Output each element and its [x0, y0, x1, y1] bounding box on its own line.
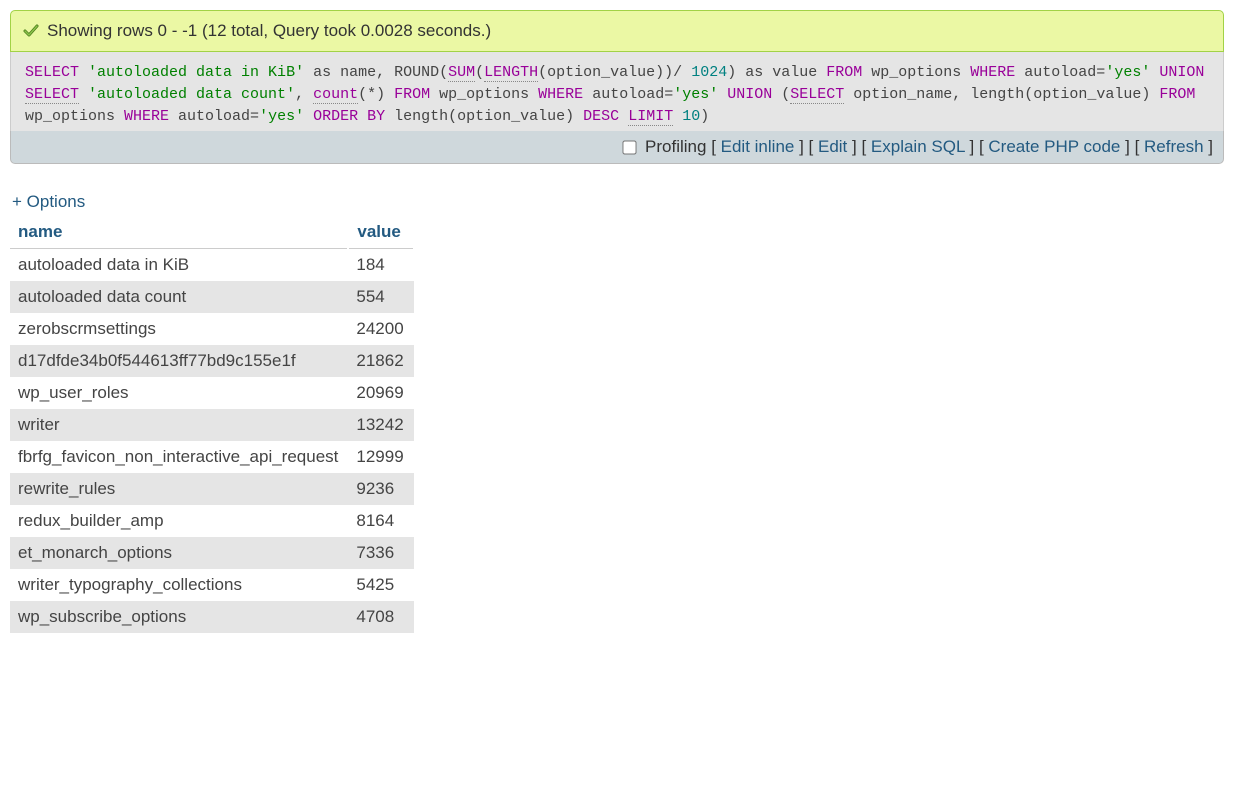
sql-token: SELECT — [25, 86, 79, 104]
action-link-refresh[interactable]: Refresh — [1144, 137, 1204, 156]
sql-token: 'yes' — [673, 86, 718, 103]
sql-token: FROM — [394, 86, 430, 103]
query-success-text: Showing rows 0 - -1 (12 total, Query too… — [47, 21, 491, 41]
cell-name: zerobscrmsettings — [10, 313, 348, 345]
table-row[interactable]: writer13242 — [10, 409, 414, 441]
table-row[interactable]: d17dfde34b0f544613ff77bd9c155e1f21862 — [10, 345, 414, 377]
action-link-explain-sql[interactable]: Explain SQL — [871, 137, 965, 156]
sql-token: 10 — [682, 108, 700, 125]
sql-token: 1024 — [691, 64, 727, 81]
sql-token: WHERE — [124, 108, 169, 125]
cell-name: writer — [10, 409, 348, 441]
cell-value: 21862 — [348, 345, 413, 377]
table-row[interactable]: fbrfg_favicon_non_interactive_api_reques… — [10, 441, 414, 473]
cell-name: fbrfg_favicon_non_interactive_api_reques… — [10, 441, 348, 473]
cell-value: 24200 — [348, 313, 413, 345]
cell-value: 5425 — [348, 569, 413, 601]
sql-token: FROM — [1159, 86, 1195, 103]
sort-name-link[interactable]: name — [18, 222, 62, 241]
cell-name: rewrite_rules — [10, 473, 348, 505]
options-toggle[interactable]: + Options — [12, 192, 85, 212]
sql-token: count — [313, 86, 358, 104]
table-row[interactable]: writer_typography_collections5425 — [10, 569, 414, 601]
table-row[interactable]: zerobscrmsettings24200 — [10, 313, 414, 345]
cell-name: autoloaded data in KiB — [10, 249, 348, 282]
action-link-create-php-code[interactable]: Create PHP code — [988, 137, 1120, 156]
sql-token: WHERE — [970, 64, 1015, 81]
cell-value: 184 — [348, 249, 413, 282]
action-link-edit-inline[interactable]: Edit inline — [721, 137, 795, 156]
table-row[interactable]: wp_user_roles20969 — [10, 377, 414, 409]
sql-token: LENGTH — [484, 64, 538, 82]
results-table: name value autoloaded data in KiB184auto… — [10, 216, 415, 633]
sql-query-display: SELECT 'autoloaded data in KiB' as name,… — [10, 52, 1224, 131]
sql-token: FROM — [826, 64, 862, 81]
table-row[interactable]: et_monarch_options7336 — [10, 537, 414, 569]
cell-name: redux_builder_amp — [10, 505, 348, 537]
sql-token: 'autoloaded data count' — [88, 86, 295, 103]
table-row[interactable]: autoloaded data count554 — [10, 281, 414, 313]
sql-token: 'yes' — [259, 108, 304, 125]
cell-name: et_monarch_options — [10, 537, 348, 569]
column-header-value[interactable]: value — [348, 216, 413, 249]
sql-token: ORDER BY — [313, 108, 385, 125]
table-row[interactable]: wp_subscribe_options4708 — [10, 601, 414, 633]
column-header-name[interactable]: name — [10, 216, 348, 249]
cell-value: 8164 — [348, 505, 413, 537]
cell-value: 554 — [348, 281, 413, 313]
table-row[interactable]: redux_builder_amp8164 — [10, 505, 414, 537]
profiling-label: Profiling — [645, 137, 706, 156]
cell-name: autoloaded data count — [10, 281, 348, 313]
sql-token: SELECT — [25, 64, 79, 81]
query-success-banner: Showing rows 0 - -1 (12 total, Query too… — [10, 10, 1224, 52]
sql-token: DESC — [583, 108, 619, 125]
cell-name: wp_subscribe_options — [10, 601, 348, 633]
cell-value: 13242 — [348, 409, 413, 441]
cell-name: writer_typography_collections — [10, 569, 348, 601]
query-action-bar: Profiling [ Edit inline ] [ Edit ] [ Exp… — [10, 131, 1224, 164]
sql-token: 'autoloaded data in KiB' — [88, 64, 304, 81]
cell-value: 4708 — [348, 601, 413, 633]
cell-name: wp_user_roles — [10, 377, 348, 409]
check-icon — [23, 23, 39, 39]
sql-token: 'yes' — [1105, 64, 1150, 81]
sql-token: UNION — [727, 86, 772, 103]
table-header-row: name value — [10, 216, 414, 249]
table-row[interactable]: rewrite_rules9236 — [10, 473, 414, 505]
cell-value: 9236 — [348, 473, 413, 505]
cell-name: d17dfde34b0f544613ff77bd9c155e1f — [10, 345, 348, 377]
sql-token: SUM — [448, 64, 475, 82]
sql-token: WHERE — [538, 86, 583, 103]
table-row[interactable]: autoloaded data in KiB184 — [10, 249, 414, 282]
sort-value-link[interactable]: value — [357, 222, 400, 241]
cell-value: 20969 — [348, 377, 413, 409]
sql-token: UNION — [1159, 64, 1204, 81]
sql-token: LIMIT — [628, 108, 673, 126]
cell-value: 7336 — [348, 537, 413, 569]
action-link-edit[interactable]: Edit — [818, 137, 847, 156]
sql-token: SELECT — [790, 86, 844, 104]
cell-value: 12999 — [348, 441, 413, 473]
profiling-checkbox[interactable] — [623, 141, 637, 155]
